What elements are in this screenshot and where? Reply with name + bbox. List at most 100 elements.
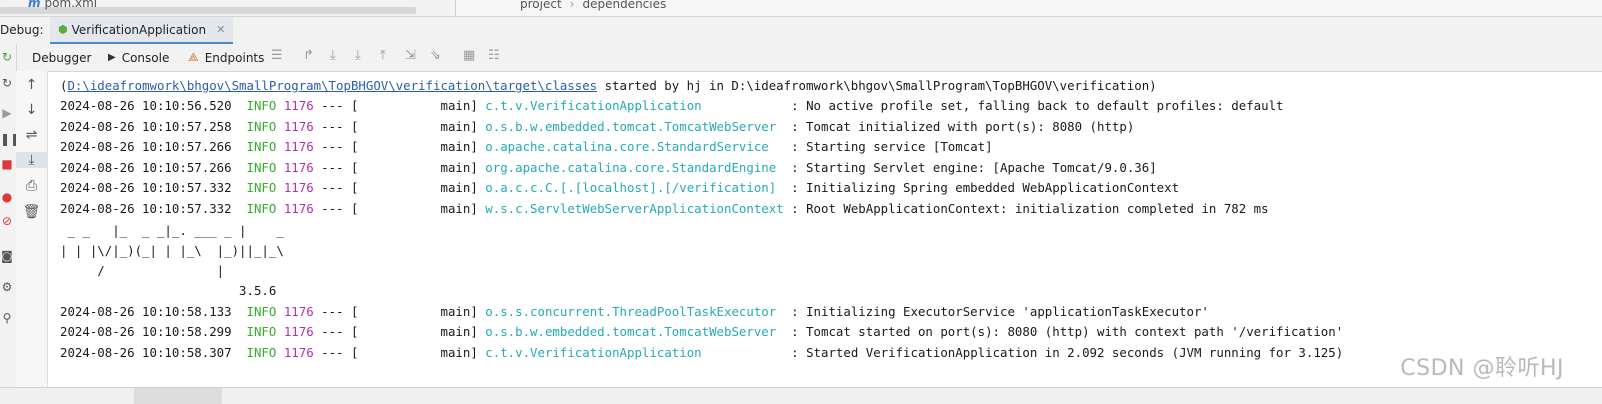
breadcrumb: project › dependencies (520, 0, 666, 11)
file-name: pom.xml (44, 0, 98, 10)
log-timestamp: 2024-08-26 10:10:57.266 (60, 160, 232, 175)
log-logger[interactable]: c.t.v.VerificationApplication (485, 98, 701, 113)
log-logger[interactable]: c.t.v.VerificationApplication (485, 345, 701, 360)
log-logger[interactable]: o.s.b.w.embedded.tomcat.TomcatWebServer (485, 324, 776, 339)
settings-icon[interactable]: ⚙ (0, 280, 14, 294)
stop-icon[interactable]: ■ (0, 157, 14, 171)
log-logger[interactable]: o.apache.catalina.core.StandardService (485, 139, 768, 154)
log-level: INFO (246, 180, 277, 195)
run-tab-verification[interactable]: ⬢ VerificationApplication ✕ (50, 17, 234, 44)
log-logger[interactable]: o.a.c.c.C.[.[localhost].[/verification] (485, 180, 776, 195)
tab-debugger[interactable]: Debugger (32, 44, 91, 71)
resume-icon[interactable]: ▶ (0, 106, 14, 120)
log-thread: main] (440, 324, 478, 339)
print-icon[interactable]: ⎙ (16, 178, 47, 194)
view-breakpoints-icon[interactable]: ● (0, 190, 14, 204)
log-logger[interactable]: w.s.c.ServletWebServerApplicationContext (485, 201, 783, 216)
arrow-up-icon[interactable]: ↑ (16, 77, 47, 93)
log-logger[interactable]: o.s.b.w.embedded.tomcat.TomcatWebServer (485, 119, 776, 134)
log-message: : Root WebApplicationContext: initializa… (791, 201, 1269, 216)
log-thread: main] (440, 345, 478, 360)
log-thread: main] (440, 98, 478, 113)
tab-debugger-label: Debugger (32, 50, 92, 65)
breadcrumb-item-project[interactable]: project (520, 0, 562, 11)
tab-console[interactable]: ▶ Console (108, 44, 169, 71)
log-line: 2024-08-26 10:10:58.299 INFO 1176 --- [ … (60, 322, 1343, 342)
mute-breakpoints-icon[interactable]: ⊘ (0, 214, 14, 228)
arrow-down-icon[interactable]: ↓ (16, 102, 47, 118)
banner-line: / | (60, 263, 225, 278)
banner-line: _ _ |_ _ _|_. ___ _ | _ (60, 223, 284, 238)
log-separator: --- [ (321, 201, 359, 216)
log-message: : Tomcat initialized with port(s): 8080 … (791, 119, 1135, 134)
scroll-to-end-icon[interactable]: ⤓ (16, 152, 47, 168)
tab-endpoints[interactable]: ⟁ Endpoints (188, 44, 264, 71)
log-line: 2024-08-26 10:10:58.133 INFO 1176 --- [ … (60, 302, 1209, 322)
log-pid: 1176 (283, 180, 314, 195)
step-into-icon[interactable]: ⤓ (355, 48, 361, 63)
force-step-icon[interactable]: ⇘ (430, 48, 441, 63)
log-separator: --- [ (321, 304, 359, 319)
evaluate-expression-icon[interactable]: ▦ (463, 48, 475, 63)
log-line: 2024-08-26 10:10:57.332 INFO 1176 --- [ … (60, 178, 1179, 198)
log-logger[interactable]: o.s.s.concurrent.ThreadPoolTaskExecutor (485, 304, 776, 319)
close-icon[interactable]: ✕ (216, 23, 225, 36)
log-separator: --- [ (321, 160, 359, 175)
rerun-icon[interactable]: ↻ (0, 50, 14, 64)
debug-actions-bar: ↻ ↻ ▶ ❚❚ ■ ● ⊘ ◙ ⚙ ⚲ (0, 44, 20, 387)
log-timestamp: 2024-08-26 10:10:57.266 (60, 139, 232, 154)
layout-menu-icon[interactable]: ☰ (271, 48, 283, 63)
log-level: INFO (246, 324, 277, 339)
log-timestamp: 2024-08-26 10:10:58.133 (60, 304, 232, 319)
classes-path-link[interactable]: D:\ideafromwork\bhgov\SmallProgram\TopBH… (67, 78, 597, 93)
log-level: INFO (246, 345, 277, 360)
log-level: INFO (246, 98, 277, 113)
log-thread: main] (440, 201, 478, 216)
restart-icon[interactable]: ↻ (0, 76, 14, 90)
banner-line: | | |\/|_)(_| | |_\ |_)||_|_\ (60, 243, 284, 258)
show-execution-point-icon[interactable]: ↱ (303, 48, 314, 63)
log-logger[interactable]: org.apache.catalina.core.StandardEngine (485, 160, 776, 175)
breadcrumb-separator: › (569, 0, 575, 11)
console-output[interactable]: (D:\ideafromwork\bhgov\SmallProgram\TopB… (48, 71, 1602, 387)
step-out-icon[interactable]: ⤒ (380, 48, 386, 63)
log-line: 2024-08-26 10:10:58.307 INFO 1176 --- [ … (60, 343, 1343, 363)
banner-version: 3.5.6 (60, 283, 277, 298)
log-thread: main] (440, 304, 478, 319)
log-message: : Initializing Spring embedded WebApplic… (791, 180, 1180, 195)
step-over-icon[interactable]: ⤓ (330, 48, 336, 63)
log-pid: 1176 (283, 304, 314, 319)
log-message: : Initializing ExecutorService 'applicat… (791, 304, 1209, 319)
pause-icon[interactable]: ❚❚ (0, 132, 20, 146)
log-level: INFO (246, 201, 277, 216)
log-thread: main] (440, 119, 478, 134)
log-pid: 1176 (283, 160, 314, 175)
trace-icon[interactable]: ☷ (488, 48, 500, 63)
camera-icon[interactable]: ◙ (0, 249, 14, 263)
breadcrumb-item-dependencies[interactable]: dependencies (582, 0, 666, 11)
clear-console-icon[interactable]: 🗑 (16, 204, 47, 220)
pin-icon[interactable]: ⚲ (0, 311, 14, 325)
log-timestamp: 2024-08-26 10:10:58.307 (60, 345, 232, 360)
run-to-cursor-icon[interactable]: ⇲ (405, 48, 416, 63)
tab-endpoints-label: Endpoints (204, 50, 265, 65)
log-pid: 1176 (283, 119, 314, 134)
log-timestamp: 2024-08-26 10:10:56.520 (60, 98, 232, 113)
log-separator: --- [ (321, 98, 359, 113)
log-line: 2024-08-26 10:10:57.332 INFO 1176 --- [ … (60, 199, 1269, 219)
log-pid: 1176 (283, 201, 314, 216)
log-level: INFO (246, 304, 277, 319)
project-file-pom[interactable]: m pom.xml (28, 0, 97, 10)
log-line: 2024-08-26 10:10:57.266 INFO 1176 --- [ … (60, 137, 993, 157)
log-level: INFO (246, 139, 277, 154)
log-timestamp: 2024-08-26 10:10:57.258 (60, 119, 232, 134)
watermark: CSDN @聆听HJ (1400, 356, 1564, 381)
endpoints-icon: ⟁ (188, 50, 199, 64)
bottom-tab-debug[interactable] (134, 388, 222, 404)
log-timestamp: 2024-08-26 10:10:57.332 (60, 201, 232, 216)
log-message: : No active profile set, falling back to… (791, 98, 1284, 113)
log-message: : Starting service [Tomcat] (791, 139, 993, 154)
soft-wrap-icon[interactable]: ⇌ (16, 127, 47, 143)
project-pane: m pom.xml (0, 0, 456, 16)
top-strip: m pom.xml project › dependencies (0, 0, 1602, 17)
